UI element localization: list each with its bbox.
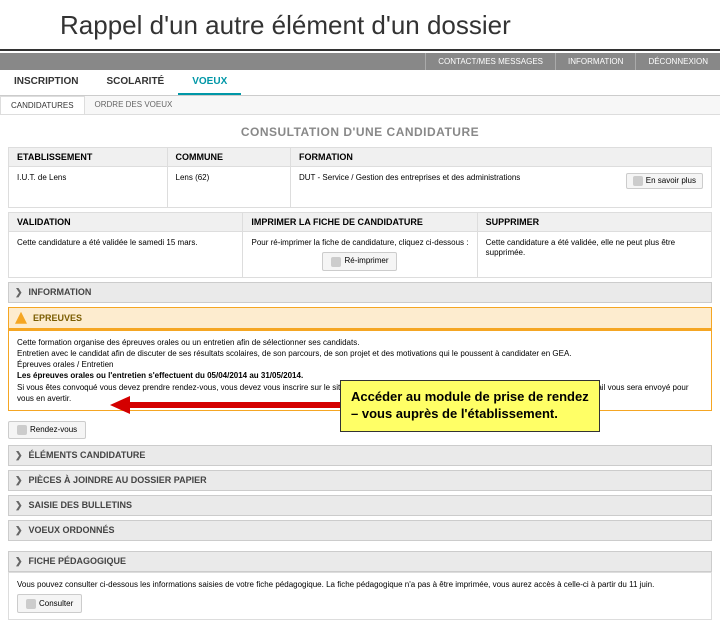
section-information-label: INFORMATION	[29, 287, 92, 297]
rendez-vous-label: Rendez-vous	[30, 425, 77, 434]
rendez-vous-button[interactable]: Rendez-vous	[8, 421, 86, 439]
section-elements-label: ÉLÉMENTS CANDIDATURE	[29, 450, 146, 460]
col-validation-header: VALIDATION	[9, 213, 242, 232]
title-underline	[0, 49, 720, 51]
chevron-down-icon: ❯	[15, 556, 23, 567]
section-voeux-ordonnes[interactable]: ❯ VOEUX ORDONNÉS	[8, 520, 712, 541]
chevron-right-icon: ❯	[15, 450, 23, 461]
arrow-head-icon	[110, 396, 130, 414]
fiche-content: Vous pouvez consulter ci-dessous les inf…	[8, 572, 712, 620]
chevron-right-icon: ❯	[15, 475, 23, 486]
annotation-callout: Accéder au module de prise de rendez – v…	[340, 380, 600, 432]
tab-inscription[interactable]: INSCRIPTION	[0, 70, 92, 95]
arrow-line	[128, 402, 340, 408]
col-formation-value: DUT - Service / Gestion des entreprises …	[299, 173, 520, 182]
reimprimer-button[interactable]: Ré-imprimer	[322, 252, 397, 270]
col-etablissement-value: I.U.T. de Lens	[9, 167, 167, 207]
col-commune-value: Lens (62)	[168, 167, 291, 207]
consulter-button[interactable]: Consulter	[17, 594, 82, 613]
col-supprimer-value: Cette candidature a été validée, elle ne…	[478, 232, 711, 272]
section-information[interactable]: ❯ INFORMATION	[8, 282, 712, 303]
section-pieces-joindre[interactable]: ❯ PIÈCES À JOINDRE AU DOSSIER PAPIER	[8, 470, 712, 491]
subtab-ordre-voeux[interactable]: ORDRE DES VOEUX	[85, 96, 183, 114]
en-savoir-plus-button[interactable]: En savoir plus	[626, 173, 703, 189]
chevron-right-icon: ❯	[15, 525, 23, 536]
col-imprimer-text: Pour ré-imprimer la fiche de candidature…	[251, 238, 468, 248]
reimprimer-label: Ré-imprimer	[344, 256, 388, 266]
section-voeux-label: VOEUX ORDONNÉS	[29, 525, 115, 535]
doc-icon	[26, 599, 36, 609]
en-savoir-plus-label: En savoir plus	[646, 176, 696, 186]
epreuves-line2: Entretien avec le candidat afin de discu…	[17, 348, 703, 359]
chevron-right-icon: ❯	[15, 287, 23, 298]
nav-logout[interactable]: DÉCONNEXION	[635, 53, 720, 70]
actions-row: VALIDATION Cette candidature a été valid…	[8, 212, 712, 278]
tab-scolarite[interactable]: SCOLARITÉ	[92, 70, 178, 95]
col-formation-header: FORMATION	[291, 148, 711, 167]
col-supprimer-header: SUPPRIMER	[478, 213, 711, 232]
info-icon	[633, 176, 643, 186]
chevron-right-icon: ❯	[15, 500, 23, 511]
col-etablissement-header: ETABLISSEMENT	[9, 148, 167, 167]
section-elements-candidature[interactable]: ❯ ÉLÉMENTS CANDIDATURE	[8, 445, 712, 466]
main-nav: INSCRIPTION SCOLARITÉ VOEUX	[0, 70, 720, 96]
consulter-label: Consulter	[39, 598, 73, 609]
epreuves-line1: Cette formation organise des épreuves or…	[17, 337, 703, 348]
section-saisie-bulletins[interactable]: ❯ SAISIE DES BULLETINS	[8, 495, 712, 516]
section-epreuves-label: EPREUVES	[33, 313, 82, 323]
sub-nav: CANDIDATURES ORDRE DES VOEUX	[0, 96, 720, 115]
col-commune-header: COMMUNE	[168, 148, 291, 167]
nav-information[interactable]: INFORMATION	[555, 53, 635, 70]
col-imprimer-header: IMPRIMER LA FICHE DE CANDIDATURE	[243, 213, 476, 232]
subtab-candidatures[interactable]: CANDIDATURES	[0, 96, 85, 114]
page-heading: CONSULTATION D'UNE CANDIDATURE	[0, 115, 720, 147]
section-epreuves[interactable]: EPREUVES	[8, 307, 712, 329]
section-fiche-pedagogique[interactable]: ❯ FICHE PÉDAGOGIQUE	[8, 551, 712, 572]
col-validation-value: Cette candidature a été validée le samed…	[9, 232, 242, 272]
section-pieces-label: PIÈCES À JOINDRE AU DOSSIER PAPIER	[29, 475, 207, 485]
section-fiche-label: FICHE PÉDAGOGIQUE	[29, 556, 127, 566]
print-icon	[331, 257, 341, 267]
top-bar: CONTACT/MES MESSAGES INFORMATION DÉCONNE…	[0, 53, 720, 70]
warning-icon	[15, 312, 27, 324]
section-bulletins-label: SAISIE DES BULLETINS	[29, 500, 133, 510]
calendar-icon	[17, 425, 27, 435]
annotation-arrow	[110, 398, 340, 412]
nav-contact[interactable]: CONTACT/MES MESSAGES	[425, 53, 555, 70]
tab-voeux[interactable]: VOEUX	[178, 70, 241, 95]
epreuves-line3: Épreuves orales / Entretien	[17, 359, 703, 370]
slide-title: Rappel d'un autre élément d'un dossier	[0, 0, 720, 49]
formation-row: ETABLISSEMENT I.U.T. de Lens COMMUNE Len…	[8, 147, 712, 208]
fiche-text: Vous pouvez consulter ci-dessous les inf…	[17, 579, 703, 590]
